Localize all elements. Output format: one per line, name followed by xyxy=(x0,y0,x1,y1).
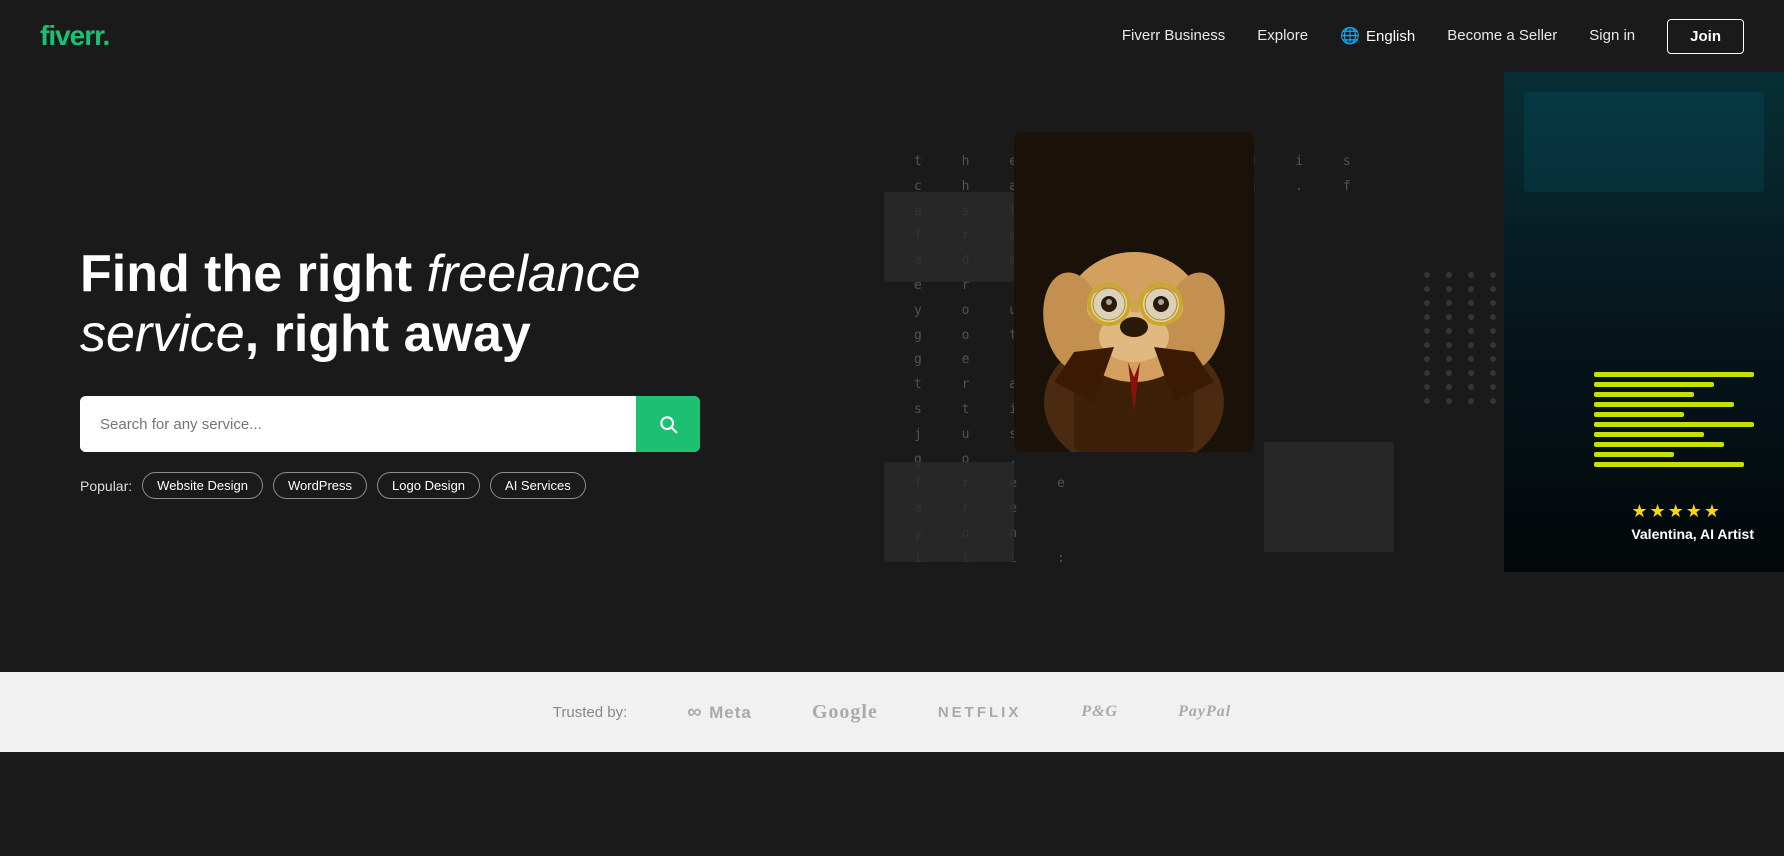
star-rating: ★★★★★ xyxy=(1631,501,1754,522)
tag-wordpress[interactable]: WordPress xyxy=(273,472,367,499)
tag-logo-design[interactable]: Logo Design xyxy=(377,472,480,499)
right-panel-glow xyxy=(1524,92,1764,192)
popular-label: Popular: xyxy=(80,478,132,494)
hero-visual: t h e w o r l d i sc h a n g i n g . fa … xyxy=(884,72,1784,672)
meta-symbol: ∞ xyxy=(687,701,709,723)
brand-google: Google xyxy=(812,701,878,724)
brand-netflix: NETFLIX xyxy=(938,704,1022,721)
language-label: English xyxy=(1366,28,1415,45)
logo[interactable]: fiverr. xyxy=(40,20,109,52)
grid-square-2 xyxy=(884,462,1014,562)
search-icon xyxy=(658,414,678,434)
right-panel xyxy=(1504,72,1784,572)
dog-illustration xyxy=(1014,132,1254,452)
brand-meta: ∞ Meta xyxy=(687,701,752,724)
code-lines xyxy=(1594,372,1754,467)
navbar: fiverr. Fiverr Business Explore 🌐 Englis… xyxy=(0,0,1784,72)
globe-icon: 🌐 xyxy=(1340,26,1360,46)
artist-name: Valentina, AI Artist xyxy=(1631,526,1754,542)
grid-square-1 xyxy=(884,192,1014,282)
logo-text: fiverr xyxy=(40,20,103,51)
search-button[interactable] xyxy=(636,396,700,452)
brand-pg: P&G xyxy=(1081,703,1118,721)
logo-dot: . xyxy=(103,20,110,51)
hero-title: Find the right freelance service, right … xyxy=(80,245,700,365)
brand-paypal: PayPal xyxy=(1178,703,1231,721)
nav-become-seller[interactable]: Become a Seller xyxy=(1447,27,1557,44)
dot-grid xyxy=(1424,272,1504,404)
trusted-bar: Trusted by: ∞ Meta Google NETFLIX P&G Pa… xyxy=(0,672,1784,752)
tag-ai-services[interactable]: AI Services xyxy=(490,472,586,499)
hero-section: Find the right freelance service, right … xyxy=(0,72,1784,672)
popular-tags: Popular: Website Design WordPress Logo D… xyxy=(80,472,700,499)
nav-explore[interactable]: Explore xyxy=(1257,27,1308,44)
nav-fiverr-business[interactable]: Fiverr Business xyxy=(1122,27,1225,44)
search-input[interactable] xyxy=(80,396,636,452)
search-bar xyxy=(80,396,700,452)
tag-website-design[interactable]: Website Design xyxy=(142,472,263,499)
artist-info: ★★★★★ Valentina, AI Artist xyxy=(1631,501,1754,542)
signin-button[interactable]: Sign in xyxy=(1589,27,1635,44)
dog-card xyxy=(1014,132,1254,452)
hero-content: Find the right freelance service, right … xyxy=(0,245,700,500)
nav-links: Fiverr Business Explore 🌐 English Become… xyxy=(1122,19,1744,54)
trusted-label: Trusted by: xyxy=(553,704,627,721)
join-button[interactable]: Join xyxy=(1667,19,1744,54)
nav-language[interactable]: 🌐 English xyxy=(1340,26,1415,46)
grid-square-3 xyxy=(1264,442,1394,552)
